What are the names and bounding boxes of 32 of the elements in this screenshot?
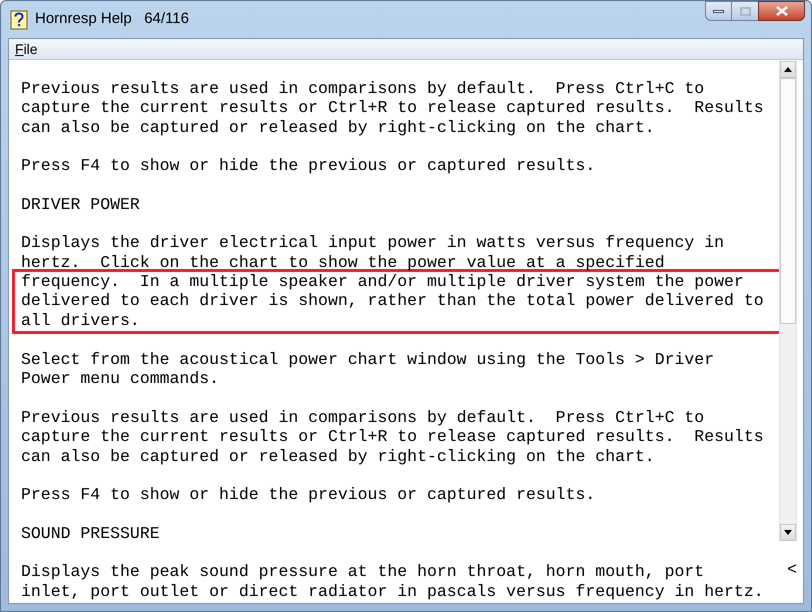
help-text-line: inlet, port outlet or direct radiator in pascals versus frequency in hertz. [21, 582, 764, 602]
down-arrow-icon [784, 530, 792, 535]
edge-mark: < [787, 560, 797, 580]
help-text-line: Previous results are used in comparisons by default. Press Ctrl+C to [21, 79, 704, 98]
close-icon [776, 6, 788, 16]
help-text-line: Select from the acoustical power chart window using the Tools > Driver [21, 350, 714, 370]
scroll-down-button[interactable] [780, 524, 796, 541]
help-text-line: SOUND PRESSURE [21, 524, 160, 544]
minimize-button[interactable] [705, 1, 732, 21]
maximize-button[interactable] [732, 1, 758, 21]
help-text-line: capture the current results or Ctrl+R to release captured results. Results [21, 98, 764, 118]
help-text-line: Power menu commands. [21, 369, 220, 389]
help-text-line: Displays the driver electrical input power in watts versus frequency in [21, 233, 724, 253]
scrollbar-thumb[interactable] [780, 78, 796, 324]
menu-item[interactable]: File [9, 38, 44, 60]
help-text-line: delivered to each driver is shown, rather than the total power delivered to [21, 291, 764, 311]
help-text-line: frequency. In a multiple speaker and/or multiple driver system the power [21, 272, 744, 292]
scroll-up-button[interactable] [780, 61, 796, 78]
help-text-line: Displays the peak sound pressure at the horn throat, horn mouth, port [21, 562, 704, 582]
help-text-line: Previous results are used in comparisons by default. Press Ctrl+C to [21, 408, 704, 428]
up-arrow-icon [784, 67, 792, 72]
help-text-line: Press F4 to show or hide the previous or captured results. [21, 156, 596, 176]
close-button[interactable] [758, 1, 805, 21]
help-text-line: can also be captured or released by right-clicking on the chart. [21, 118, 655, 137]
help-icon [10, 10, 28, 30]
help-text-line: DRIVER POWER [21, 194, 140, 214]
help-text-line: can also be captured or released by right-clicking on the chart. [21, 446, 655, 466]
help-text-line: all drivers. [21, 310, 140, 330]
help-text-line: Press F4 to show or hide the previous or captured results. [21, 485, 596, 505]
window-title: Hornresp Help 64/116 [35, 9, 189, 30]
help-text-line: hertz. Click on the chart to show the power value at a specified [21, 252, 665, 272]
help-text-line: capture the current results or Ctrl+R to release captured results. Results [21, 427, 764, 447]
